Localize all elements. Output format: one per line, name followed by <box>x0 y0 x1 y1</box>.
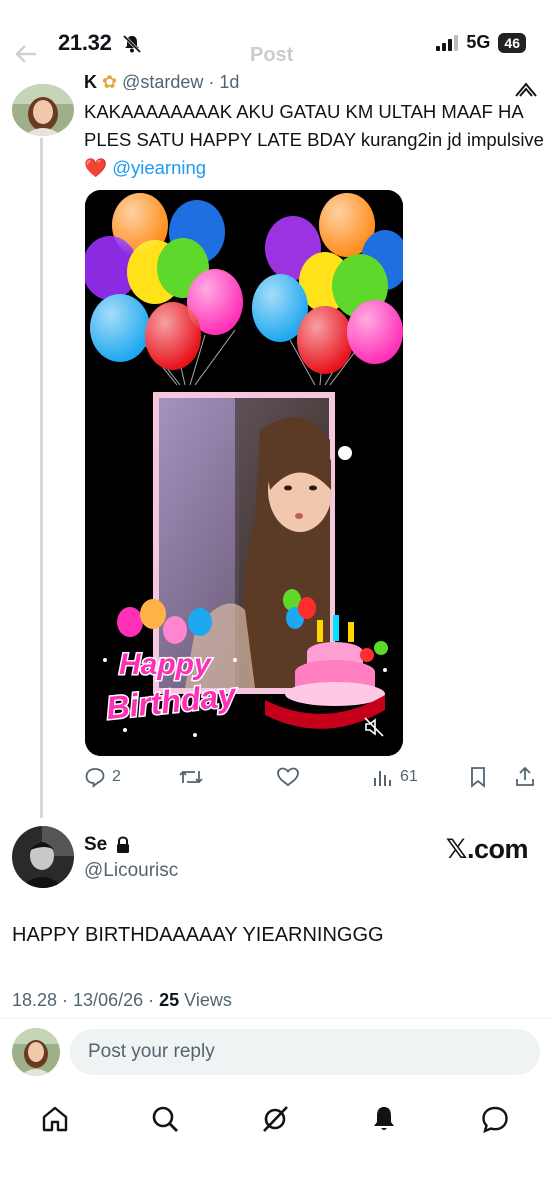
tweet-body: KAKAAAAAAAAK AKU GATAU KM ULTAH MAAF HA … <box>84 101 544 150</box>
home-icon <box>42 1106 68 1132</box>
tweet-timestamp[interactable]: 18.28 · 13/06/26 · <box>12 990 159 1010</box>
battery-indicator: 46 <box>498 32 526 53</box>
author-name: K <box>84 74 97 90</box>
author-handle[interactable]: @Licourisc <box>84 860 178 882</box>
nav-messages[interactable] <box>478 1102 512 1136</box>
like-button[interactable] <box>276 766 300 788</box>
avatar[interactable] <box>12 826 74 888</box>
share-icon <box>516 766 534 786</box>
views-count: 25 <box>159 990 180 1010</box>
views-label: Views <box>179 990 232 1010</box>
divider <box>0 1018 552 1019</box>
back-arrow-icon[interactable] <box>14 44 38 64</box>
birthday-media-graphic: Happy Birthday <box>85 190 403 756</box>
nav-notifications[interactable] <box>367 1102 401 1136</box>
nav-home[interactable] <box>38 1102 72 1136</box>
status-time: 21.32 <box>58 30 112 55</box>
author-name[interactable]: Se <box>84 834 131 856</box>
views-count: 61 <box>400 768 418 785</box>
signal-icon <box>436 34 459 51</box>
network-label: 5G <box>466 32 491 52</box>
bell-icon <box>374 1107 394 1130</box>
tweet-actions: 2 61 <box>84 766 544 796</box>
tweet-video[interactable]: Happy Birthday <box>85 190 403 756</box>
reply-input[interactable] <box>70 1029 540 1075</box>
quoted-tweet-header[interactable]: K ✿ @stardew · 1d <box>84 74 239 90</box>
share-button[interactable] <box>514 766 536 788</box>
bell-muted-icon <box>122 34 142 54</box>
avatar[interactable] <box>12 1028 60 1076</box>
nav-grok[interactable] <box>258 1102 292 1136</box>
messages-icon <box>482 1106 508 1134</box>
media-caption-happy: Happy <box>119 648 212 681</box>
heart-icon <box>277 767 299 787</box>
views-icon <box>374 771 391 786</box>
grok-icon <box>263 1106 288 1132</box>
quoted-tweet-text: KAKAAAAAAAAK AKU GATAU KM ULTAH MAAF HA … <box>84 98 544 182</box>
reply-button[interactable]: 2 <box>84 766 121 788</box>
heart-emoji: ❤️ <box>84 157 108 178</box>
retweet-icon <box>179 770 203 784</box>
search-icon <box>152 1106 178 1132</box>
tweet-meta: 18.28 · 13/06/26 · 25 Views <box>12 990 232 1011</box>
mention-link[interactable]: @yiearning <box>112 157 206 178</box>
mute-icon[interactable] <box>363 716 385 738</box>
nav-search[interactable] <box>148 1102 182 1136</box>
retweet-button[interactable] <box>178 766 204 788</box>
views-button[interactable]: 61 <box>372 766 418 788</box>
bottom-nav <box>0 1094 552 1144</box>
reply-icon <box>85 768 105 788</box>
x-com-watermark: 𝕏.com <box>445 834 529 864</box>
reply-count: 2 <box>112 768 121 785</box>
status-bar: Post 21.32 5G 46 <box>0 0 552 88</box>
thread-line <box>40 138 43 818</box>
avatar[interactable] <box>12 84 74 136</box>
bookmark-button[interactable] <box>468 766 488 788</box>
author-name-text: Se <box>84 834 108 855</box>
author-handle: @stardew · 1d <box>122 74 240 90</box>
tweet-text: HAPPY BIRTHDAAAAAY YIEARNINGGG <box>12 924 384 946</box>
page-title: Post <box>250 44 294 66</box>
grok-icon[interactable] <box>514 80 538 98</box>
bookmark-icon <box>471 767 485 788</box>
lock-icon <box>117 836 130 853</box>
